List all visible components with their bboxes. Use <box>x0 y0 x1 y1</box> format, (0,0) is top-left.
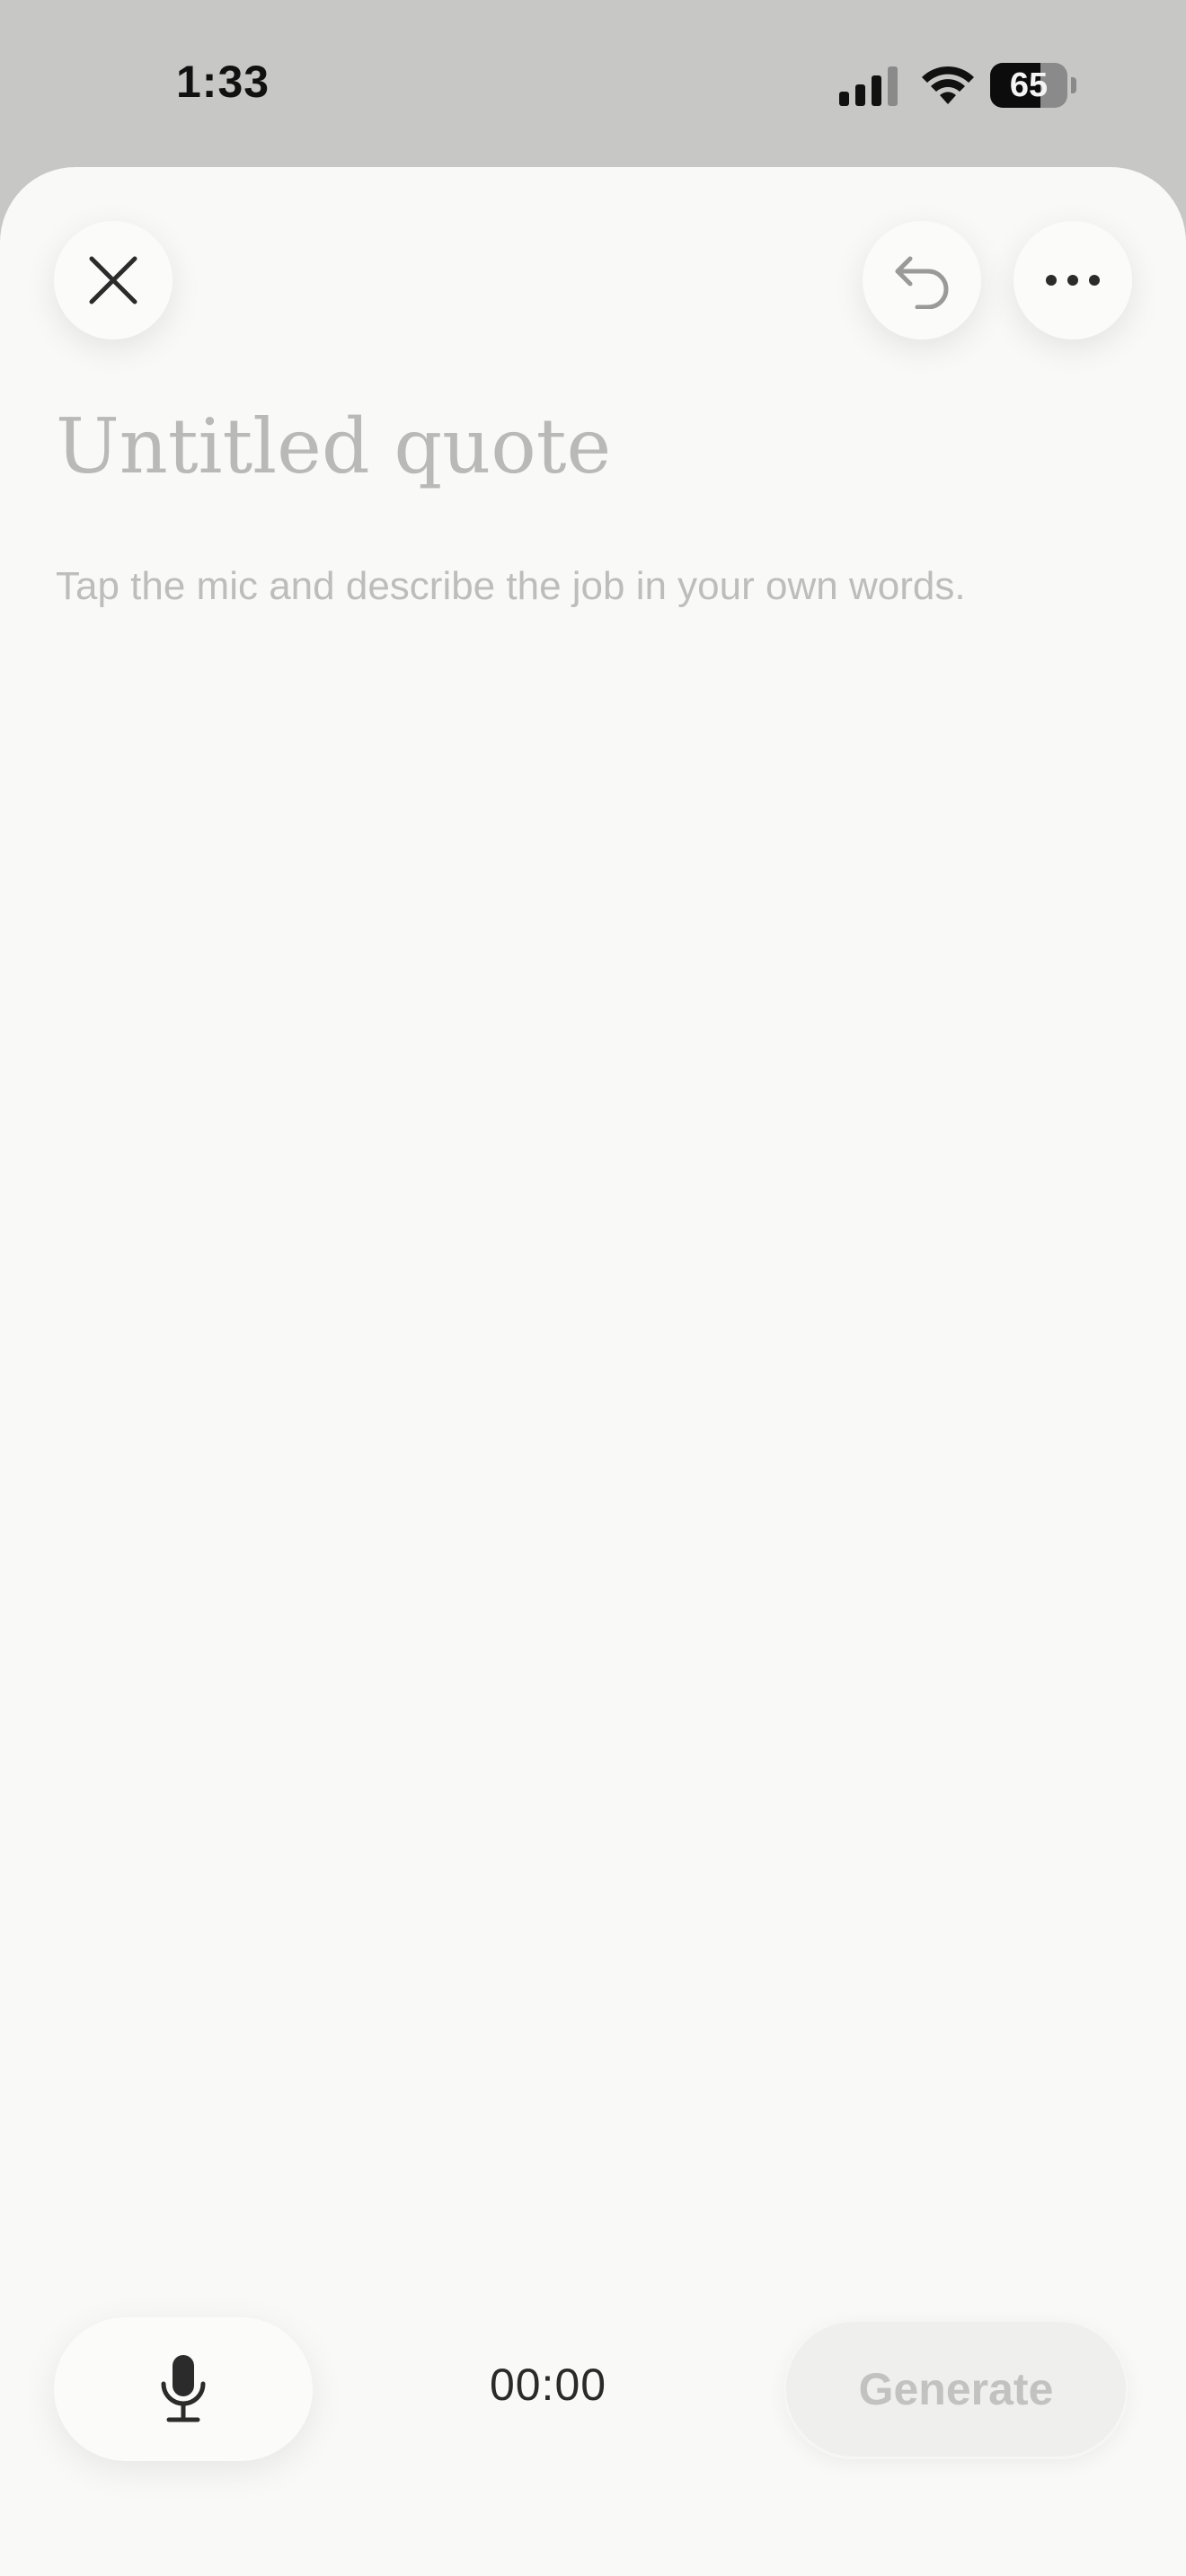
close-icon <box>89 256 137 304</box>
battery-body: 65 <box>990 63 1067 108</box>
more-icon <box>1046 275 1100 286</box>
quote-title-input[interactable]: Untitled quote <box>56 402 611 490</box>
wifi-icon <box>922 66 974 104</box>
status-time: 1:33 <box>176 57 270 107</box>
dictation-hint: Tap the mic and describe the job in your… <box>56 564 966 608</box>
quote-sheet: Untitled quote Tap the mic and describe … <box>0 167 1186 2576</box>
undo-button[interactable] <box>863 221 981 340</box>
battery-icon: 65 <box>990 63 1076 110</box>
status-bar: 1:33 65 <box>0 0 1186 167</box>
more-options-button[interactable] <box>1013 221 1132 340</box>
microphone-icon <box>161 2355 206 2422</box>
recording-timer: 00:00 <box>489 2360 607 2410</box>
undo-icon <box>895 256 949 309</box>
battery-level: 65 <box>1009 66 1049 104</box>
signal-icon <box>839 66 898 106</box>
battery-cap <box>1071 77 1076 93</box>
generate-button[interactable]: Generate <box>783 2319 1128 2459</box>
microphone-button[interactable] <box>54 2317 313 2461</box>
close-button[interactable] <box>54 221 173 340</box>
